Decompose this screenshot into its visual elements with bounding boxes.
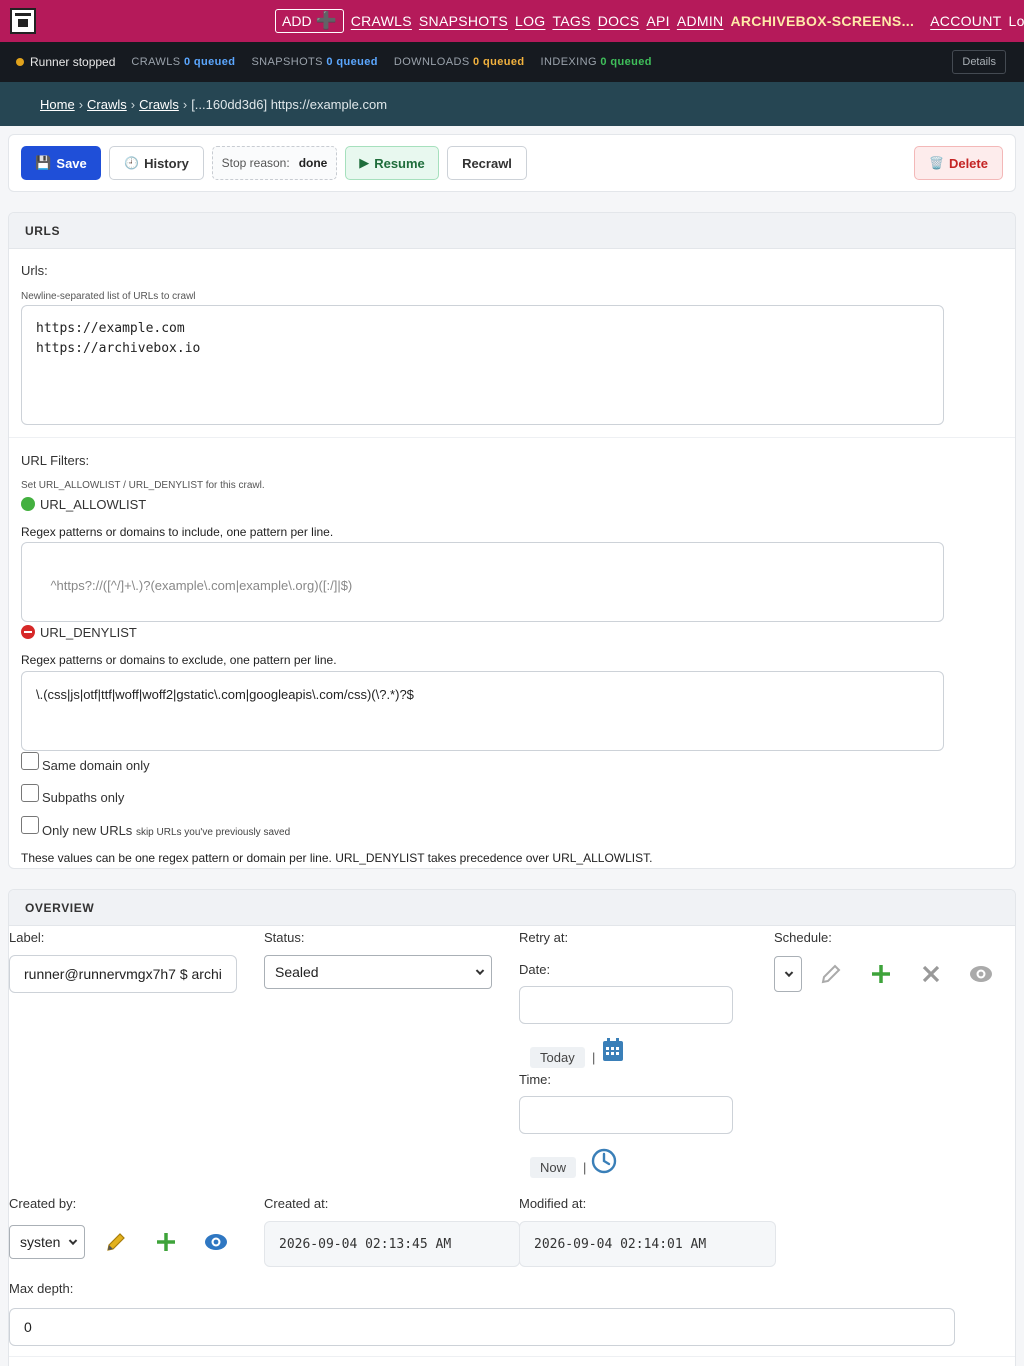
- created-by-label: Created by:: [9, 1196, 77, 1211]
- delete-button[interactable]: 🗑️ Delete: [914, 146, 1003, 180]
- urls-panel-title: URLS: [9, 213, 1015, 249]
- add-user-plus-icon[interactable]: [153, 1229, 179, 1255]
- status-field-label: Status:: [264, 930, 305, 945]
- label-field-label: Label:: [9, 930, 45, 945]
- allowlist-placeholder: ^https?://([^/]+\.)?(example\.com|exampl…: [50, 578, 353, 593]
- breadcrumb-crawls-app-link[interactable]: Crawls: [87, 97, 127, 112]
- only-new-urls-checkbox[interactable]: [21, 816, 39, 834]
- breadcrumb-crawls-model-link[interactable]: Crawls: [139, 97, 179, 112]
- allowlist-description: Regex patterns or domains to include, on…: [21, 525, 334, 539]
- add-label: ADD: [282, 13, 312, 29]
- same-domain-label: Same domain only: [42, 758, 150, 773]
- denylist-title: URL_DENYLIST: [21, 625, 137, 640]
- archivebox-logo-icon[interactable]: [10, 8, 36, 34]
- overview-panel-title: OVERVIEW: [9, 890, 1015, 926]
- calendar-icon[interactable]: [602, 1038, 624, 1067]
- only-new-urls-label: Only new URLs skip URLs you've previousl…: [42, 823, 291, 838]
- add-schedule-plus-icon[interactable]: [868, 961, 894, 987]
- no-entry-icon: [21, 625, 35, 639]
- now-link[interactable]: Now: [530, 1157, 577, 1178]
- breadcrumb-current: [...160dd3d6] https://example.com: [191, 96, 388, 112]
- urls-label: Urls:: [21, 263, 48, 278]
- plus-icon: ➕: [315, 11, 337, 30]
- queue-snapshots: SNAPSHOTS 0 queued: [251, 56, 378, 68]
- queue-indexing: INDEXING 0 queued: [540, 56, 652, 68]
- resume-button[interactable]: ▶ Resume: [345, 146, 439, 180]
- status-select[interactable]: Sealed: [264, 955, 492, 989]
- subpaths-checkbox[interactable]: [21, 784, 39, 802]
- allowlist-title: URL_ALLOWLIST: [21, 497, 146, 512]
- created-by-select[interactable]: systen: [9, 1225, 85, 1259]
- time-label: Time:: [519, 1072, 552, 1087]
- top-nav: ADD ➕ CRAWLS SNAPSHOTS LOG TAGS DOCS API…: [0, 0, 1024, 42]
- filters-footer-note: These values can be one regex pattern or…: [21, 851, 653, 865]
- play-icon: ▶: [359, 155, 370, 170]
- schedule-select[interactable]: [774, 956, 802, 992]
- schedule-label: Schedule:: [774, 930, 832, 945]
- queue-crawls: CRAWLS 0 queued: [131, 56, 236, 68]
- queue-downloads: DOWNLOADS 0 queued: [393, 56, 525, 68]
- nav-log-link[interactable]: LOG: [515, 13, 545, 29]
- urls-panel: URLS Urls: Newline-separated list of URL…: [8, 212, 1016, 869]
- view-user-eye-icon[interactable]: [203, 1229, 229, 1255]
- add-button[interactable]: ADD ➕: [275, 9, 344, 33]
- nav-crawls-link[interactable]: CRAWLS: [351, 13, 412, 29]
- stop-reason-badge: Stop reason: done: [212, 146, 337, 180]
- overview-panel: OVERVIEW Label: runner@runnervmgx7h7 $ a…: [8, 889, 1016, 1366]
- subpaths-label: Subpaths only: [42, 790, 125, 805]
- nav-snapshots-link[interactable]: SNAPSHOTS: [419, 13, 508, 29]
- logout-link[interactable]: Log out: [1008, 13, 1024, 29]
- details-button[interactable]: Details: [952, 50, 1006, 74]
- nav-docs-link[interactable]: DOCS: [598, 13, 640, 29]
- denylist-description: Regex patterns or domains to exclude, on…: [21, 653, 337, 667]
- clock-icon[interactable]: [591, 1148, 617, 1179]
- action-bar: 💾 Save 🕘 History Stop reason: done ▶ Res…: [8, 134, 1016, 192]
- max-depth-input[interactable]: 0: [9, 1308, 955, 1346]
- created-at-label: Created at:: [264, 1196, 329, 1211]
- nav-links: ADD ➕ CRAWLS SNAPSHOTS LOG TAGS DOCS API…: [275, 8, 1024, 34]
- created-at-value: 2026-09-04 02:13:45 AM: [264, 1221, 520, 1267]
- floppy-disk-icon: 💾: [35, 155, 52, 170]
- retry-at-label: Retry at:: [519, 930, 569, 945]
- nav-admin-link[interactable]: ADMIN: [677, 13, 724, 29]
- nav-tags-link[interactable]: TAGS: [552, 13, 590, 29]
- history-button[interactable]: 🕘 History: [109, 146, 204, 180]
- denylist-textarea[interactable]: \.(css|js|otf|ttf|woff|woff2|gstatic\.co…: [21, 671, 944, 751]
- chevron-down-icon: [784, 968, 794, 978]
- label-input[interactable]: runner@runnervmgx7h7 $ archi: [9, 955, 237, 993]
- urls-textarea[interactable]: https://example.com https://archivebox.i…: [21, 305, 944, 425]
- nav-api-link[interactable]: API: [646, 13, 669, 29]
- green-circle-icon: [21, 497, 35, 511]
- delete-schedule-x-icon[interactable]: [918, 961, 944, 987]
- edit-schedule-pencil-icon[interactable]: [818, 961, 844, 987]
- retry-time-input[interactable]: [519, 1096, 733, 1134]
- recrawl-button[interactable]: Recrawl: [447, 146, 527, 180]
- url-filters-help-text: Set URL_ALLOWLIST / URL_DENYLIST for thi…: [21, 480, 265, 491]
- max-depth-label: Max depth:: [9, 1281, 74, 1296]
- modified-at-value: 2026-09-04 02:14:01 AM: [519, 1221, 776, 1267]
- today-link[interactable]: Today: [530, 1047, 585, 1068]
- clock-icon: 🕘: [124, 156, 140, 170]
- trash-icon: 🗑️: [929, 156, 944, 170]
- runner-status-text: Runner stopped: [30, 55, 116, 69]
- urls-help-text: Newline-separated list of URLs to crawl: [21, 291, 196, 302]
- breadcrumb-home-link[interactable]: Home: [40, 97, 75, 112]
- view-schedule-eye-icon[interactable]: [968, 961, 994, 987]
- chevron-down-icon: [475, 966, 485, 976]
- same-domain-checkbox[interactable]: [21, 752, 39, 770]
- runner-status-dot-icon: [16, 58, 24, 66]
- url-filters-label: URL Filters:: [21, 453, 90, 468]
- modified-at-label: Modified at:: [519, 1196, 587, 1211]
- site-name-link[interactable]: ARCHIVEBOX-SCREENS...: [730, 13, 914, 29]
- allowlist-textarea[interactable]: ^https?://([^/]+\.)?(example\.com|exampl…: [21, 542, 944, 622]
- edit-user-pencil-icon[interactable]: [103, 1229, 129, 1255]
- runner-status-bar: Runner stopped CRAWLS 0 queued SNAPSHOTS…: [0, 42, 1024, 82]
- retry-date-input[interactable]: [519, 986, 733, 1024]
- save-button[interactable]: 💾 Save: [21, 146, 101, 180]
- nav-account-link[interactable]: ACCOUNT: [930, 13, 1001, 29]
- date-label: Date:: [519, 962, 551, 977]
- breadcrumb: Home › Crawls › Crawls › [...160dd3d6] h…: [0, 82, 1024, 126]
